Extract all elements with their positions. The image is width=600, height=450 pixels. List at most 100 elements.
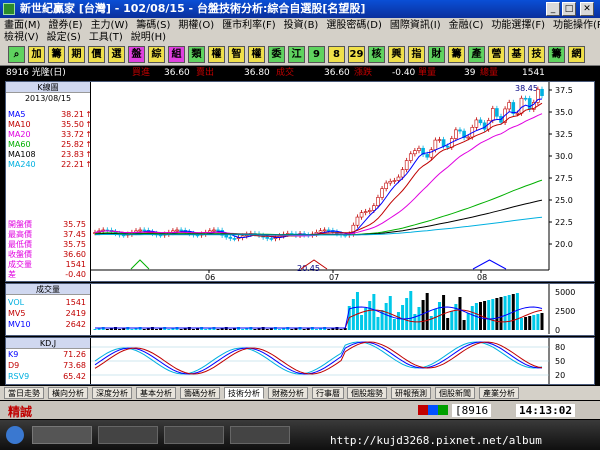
menu-item[interactable]: 主力(W) <box>91 20 129 31</box>
volume-bar <box>327 329 331 330</box>
toolbar-button[interactable]: 智 <box>228 46 245 63</box>
indicator-row: 差 -0.40 <box>8 270 88 280</box>
candle-body <box>425 154 429 158</box>
kd-tick-label: 20 <box>555 371 565 380</box>
menu-item[interactable]: 功能操作(P) <box>553 20 600 31</box>
toolbar-button[interactable]: 籌 <box>448 46 465 63</box>
indicator-label: 最高價 <box>8 230 32 239</box>
toolbar-button[interactable]: 江 <box>288 46 305 63</box>
indicator-row: MA240 22.21 ↑ <box>8 160 92 170</box>
tab-item[interactable]: 行事曆 <box>312 387 344 399</box>
menu-item[interactable]: 檢視(V) <box>4 32 39 43</box>
indicator-label: MA10 <box>8 120 31 129</box>
toolbar-button[interactable]: 技 <box>528 46 545 63</box>
candle-body <box>429 149 434 158</box>
toolbar-button[interactable]: 籌 <box>48 46 65 63</box>
search-icon[interactable]: ⌕ <box>8 46 25 63</box>
menu-item[interactable]: 金融(C) <box>449 20 484 31</box>
tab-item[interactable]: 財務分析 <box>268 387 308 399</box>
toolbar-button[interactable]: 委 <box>268 46 285 63</box>
toolbar-button[interactable]: 9 <box>308 46 325 63</box>
tab-item[interactable]: 個股新聞 <box>435 387 475 399</box>
toolbar-button[interactable]: 29 <box>348 46 365 63</box>
menu-item[interactable]: 功能選擇(F) <box>491 20 545 31</box>
candle-body <box>400 169 405 178</box>
price-tick-label: 20.0 <box>555 240 573 249</box>
menu-item[interactable]: 工具(T) <box>89 32 123 43</box>
toolbar-button[interactable]: 核 <box>368 46 385 63</box>
moving-average-line <box>94 179 543 236</box>
indicator-row: 開盤價 35.75 <box>8 220 88 230</box>
tab-item[interactable]: 個股趨勢 <box>347 387 387 399</box>
kd-header: KD,J <box>6 338 90 349</box>
close-button[interactable]: ✕ <box>580 2 594 16</box>
toolbar-button[interactable]: 盤 <box>128 46 145 63</box>
title-bar: 新世紀贏家 [台灣] - 102/08/15 - 台盤技術分析:綜合自選股[名望… <box>0 0 600 18</box>
toolbar-button[interactable]: 期 <box>68 46 85 63</box>
indicator-value: 73.68 <box>63 361 86 370</box>
toolbar-button[interactable]: 權 <box>248 46 265 63</box>
taskbar-item[interactable] <box>164 426 224 444</box>
menu-item[interactable]: 投資(B) <box>284 20 319 31</box>
tab-item[interactable]: 研報預測 <box>391 387 431 399</box>
stock-name: 8916 光隆(日) <box>6 68 66 78</box>
kd-chart-area[interactable]: 80 50 20 <box>91 338 594 384</box>
toolbar-button[interactable]: 價 <box>88 46 105 63</box>
indicator-value: 23.83 <box>61 150 84 159</box>
menu-item[interactable]: 畫面(M) <box>4 20 40 31</box>
toolbar-button[interactable]: 權 <box>208 46 225 63</box>
maximize-button[interactable]: □ <box>562 2 576 16</box>
volume-info-panel: 成交量 VOL 1541 MV5 2419 MV10 2642 <box>6 284 90 335</box>
toolbar-button[interactable]: 加 <box>28 46 45 63</box>
menu-item[interactable]: 說明(H) <box>131 32 166 43</box>
volume-tick-label: 5000 <box>555 288 575 297</box>
tab-item[interactable]: 當日走勢 <box>4 387 44 399</box>
candle-body <box>179 229 183 232</box>
menu-item[interactable]: 選股密碼(D) <box>326 20 382 31</box>
toolbar-button[interactable]: 基 <box>508 46 525 63</box>
menu-item[interactable]: 匯市利率(F) <box>222 20 276 31</box>
menu-item[interactable]: 證券(E) <box>48 20 82 31</box>
menu-item[interactable]: 國際資訊(I) <box>390 20 441 31</box>
toolbar-button[interactable]: 興 <box>388 46 405 63</box>
tab-item[interactable]: 橫向分析 <box>48 387 88 399</box>
menu-item[interactable]: 籌碼(S) <box>136 20 170 31</box>
toolbar-button[interactable]: 選 <box>108 46 125 63</box>
taskbar-item[interactable] <box>98 426 158 444</box>
minimize-button[interactable]: _ <box>546 2 560 16</box>
toolbar-button[interactable]: 8 <box>328 46 345 63</box>
tab-item[interactable]: 基本分析 <box>136 387 176 399</box>
volume-chart-area[interactable]: 5000 2500 0 <box>91 284 594 335</box>
menu-item[interactable]: 期權(O) <box>178 20 214 31</box>
kline-chart-area[interactable]: 37.5 35.0 32.5 30.0 27.5 25.0 22.5 20.0 06 07 08 38… <box>91 82 594 282</box>
indicator-value: 65.42 <box>63 372 86 381</box>
indicator-label: 差 <box>8 270 16 279</box>
tab-item[interactable]: 技術分析 <box>224 387 264 399</box>
toolbar-button[interactable]: 財 <box>428 46 445 63</box>
tab-item[interactable]: 產業分析 <box>479 387 519 399</box>
candle-body <box>511 102 516 114</box>
taskbar-item[interactable] <box>230 426 290 444</box>
toolbar-button[interactable]: 組 <box>168 46 185 63</box>
toolbar-button[interactable]: 籌 <box>548 46 565 63</box>
tab-item[interactable]: 籌碼分析 <box>180 387 220 399</box>
tab-item[interactable]: 深度分析 <box>92 387 132 399</box>
taskbar-item[interactable] <box>32 426 92 444</box>
volume-bar <box>314 329 318 330</box>
toolbar-button[interactable]: 營 <box>488 46 505 63</box>
start-icon[interactable] <box>6 426 24 444</box>
toolbar-button[interactable]: 指 <box>408 46 425 63</box>
toolbar-button[interactable]: 綜 <box>148 46 165 63</box>
volume-bar <box>450 311 454 330</box>
candle-body <box>138 229 142 232</box>
toolbar-button[interactable]: 產 <box>468 46 485 63</box>
volume-bar <box>442 295 446 330</box>
toolbar-button[interactable]: 網 <box>568 46 585 63</box>
candle-body <box>441 139 446 147</box>
menu-item[interactable]: 設定(S) <box>47 32 81 43</box>
kline-date: 2013/08/15 <box>24 94 72 103</box>
toolbar-button[interactable]: 類 <box>188 46 205 63</box>
candle-body <box>433 139 438 151</box>
indicator-label: D9 <box>8 361 20 370</box>
indicator-label: 成交量 <box>8 260 32 269</box>
